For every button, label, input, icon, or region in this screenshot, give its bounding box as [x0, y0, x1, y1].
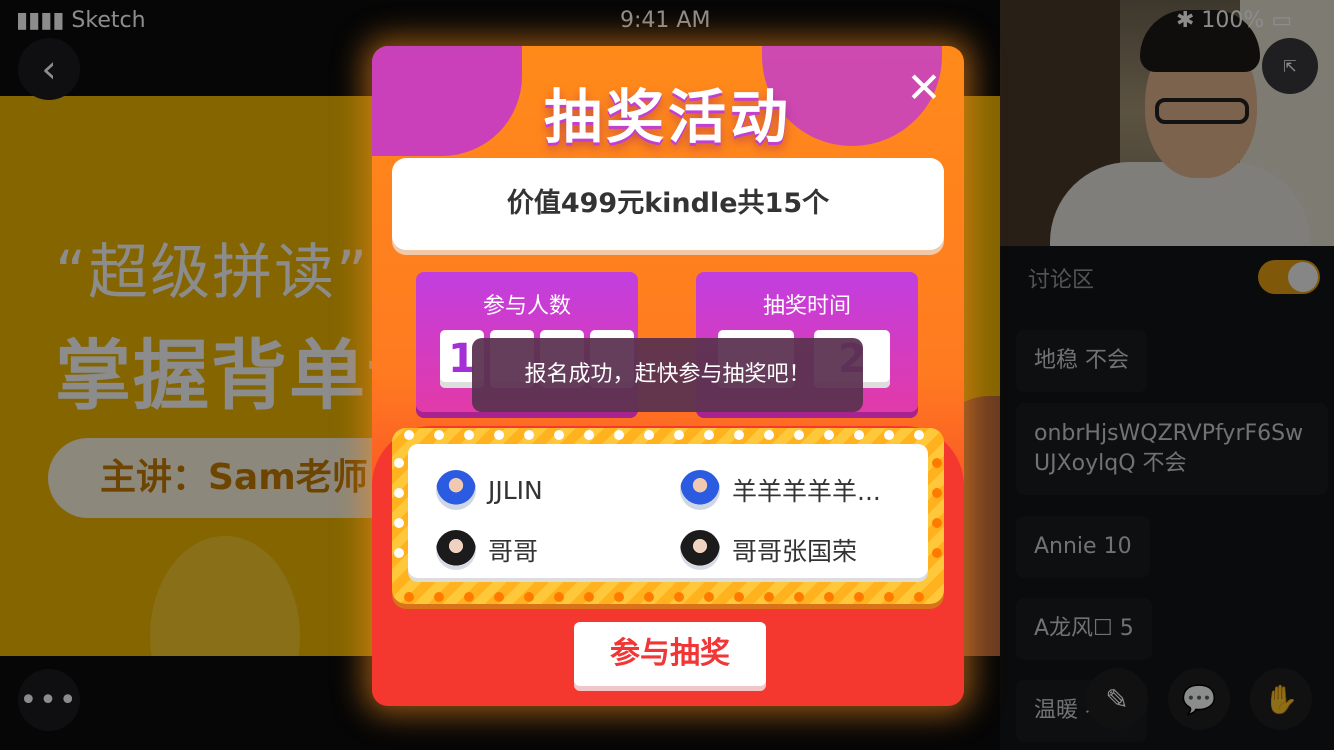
draw-time-label: 抽奖时间	[762, 294, 851, 319]
light-bulb	[884, 430, 894, 440]
winner-item: 羊羊羊羊羊...	[680, 470, 881, 510]
light-bulb	[494, 592, 504, 602]
winner-item: JJLIN	[436, 470, 543, 510]
light-bulb	[914, 430, 924, 440]
light-bulb	[524, 430, 534, 440]
light-bulb	[674, 592, 684, 602]
light-bulb	[554, 592, 564, 602]
winner-frame: JJLIN 羊羊羊羊羊... 哥哥 哥哥张国荣	[392, 428, 944, 604]
light-bulb	[644, 430, 654, 440]
avatar	[680, 530, 720, 570]
screen: “超级拼读” 掌握背单词 主讲：Sam老师 ‹ ••• ⇱ 讨论区 地稳 不会 …	[0, 0, 1334, 750]
light-bulb	[404, 592, 414, 602]
light-bulb	[584, 430, 594, 440]
light-bulb	[932, 488, 942, 498]
close-button[interactable]: ✕	[902, 66, 946, 110]
close-icon: ✕	[906, 63, 942, 112]
light-bulb	[394, 518, 404, 528]
light-bulb	[464, 430, 474, 440]
light-bulb	[614, 592, 624, 602]
avatar	[680, 470, 720, 510]
light-bulb	[674, 430, 684, 440]
light-bulb	[932, 548, 942, 558]
light-bulb	[794, 592, 804, 602]
light-bulb	[854, 430, 864, 440]
light-bulb	[494, 430, 504, 440]
light-bulb	[932, 518, 942, 528]
prize-description: 价值499元kindle共15个	[392, 158, 944, 250]
light-bulb	[554, 430, 564, 440]
modal-title: 抽奖活动	[543, 83, 792, 151]
light-bulb	[824, 592, 834, 602]
light-bulb	[394, 458, 404, 468]
light-bulb	[704, 592, 714, 602]
light-bulb	[764, 430, 774, 440]
winner-item: 哥哥张国荣	[680, 530, 857, 570]
light-bulb	[524, 592, 534, 602]
light-bulb	[824, 430, 834, 440]
winner-name: 哥哥张国荣	[732, 537, 858, 566]
light-bulb	[794, 430, 804, 440]
light-bulb	[434, 430, 444, 440]
light-bulb	[404, 430, 414, 440]
winner-name: 哥哥	[488, 537, 539, 566]
light-bulb	[764, 592, 774, 602]
light-bulb	[394, 548, 404, 558]
light-bulb	[884, 592, 894, 602]
winner-name: JJLIN	[488, 475, 543, 505]
avatar	[436, 530, 476, 570]
light-bulb	[584, 592, 594, 602]
light-bulb	[854, 592, 864, 602]
join-lottery-button[interactable]: 参与抽奖	[574, 622, 766, 686]
winner-name: 羊羊羊羊羊...	[732, 477, 881, 506]
light-bulb	[734, 592, 744, 602]
winner-list: JJLIN 羊羊羊羊羊... 哥哥 哥哥张国荣	[408, 444, 928, 578]
light-bulb	[704, 430, 714, 440]
light-bulb	[614, 430, 624, 440]
light-bulb	[434, 592, 444, 602]
light-bulb	[734, 430, 744, 440]
light-bulb	[914, 592, 924, 602]
light-bulb	[464, 592, 474, 602]
avatar	[436, 470, 476, 510]
light-bulb	[644, 592, 654, 602]
participants-label: 参与人数	[482, 294, 571, 319]
light-bulb	[394, 488, 404, 498]
success-toast: 报名成功，赶快参与抽奖吧！	[472, 338, 863, 412]
light-bulb	[932, 458, 942, 468]
winner-item: 哥哥	[436, 530, 538, 570]
